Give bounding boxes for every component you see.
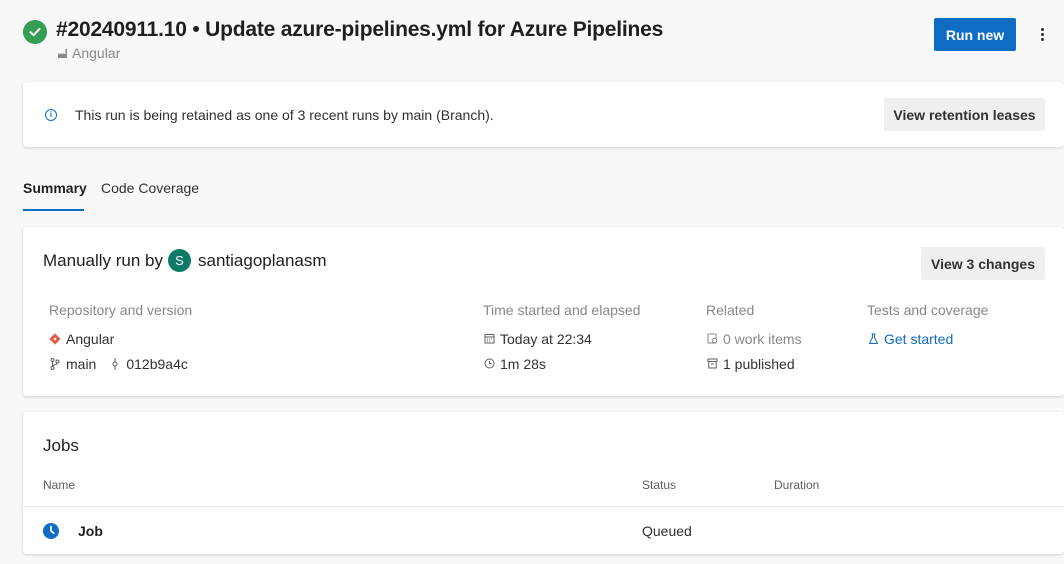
related-section: Related 0 work items 1 published <box>706 302 802 376</box>
run-by: Manually run by S santiagoplanasm <box>43 249 327 272</box>
pipeline-name: Angular <box>72 45 121 61</box>
tab-code-coverage[interactable]: Code Coverage <box>101 180 199 196</box>
clock-icon <box>483 358 495 370</box>
view-changes-button[interactable]: View 3 changes <box>921 247 1045 280</box>
column-header-status: Status <box>642 478 677 492</box>
jobs-card: Jobs Name Status Duration Job Queued <box>23 412 1064 554</box>
run-by-prefix: Manually run by <box>43 250 164 270</box>
avatar: S <box>168 249 192 272</box>
published-count: 1 published <box>723 355 795 372</box>
time-section: Time started and elapsed Today at 22:34 … <box>483 302 640 376</box>
repository-section: Repository and version Angular main 012b… <box>49 302 192 376</box>
repository-name: Angular <box>66 330 115 347</box>
beaker-icon <box>867 333 879 345</box>
branch-name[interactable]: main <box>66 356 96 372</box>
branch-icon <box>49 357 61 370</box>
tests-heading: Tests and coverage <box>867 302 989 318</box>
summary-card: Manually run by S santiagoplanasm View 3… <box>23 227 1064 396</box>
run-header: #20240911.10 • Update azure-pipelines.ym… <box>22 18 1052 62</box>
artifact-icon <box>706 358 718 370</box>
git-repo-icon <box>49 332 61 345</box>
artifacts-link[interactable]: 1 published <box>706 351 802 376</box>
retention-message: This run is being retained as one of 3 r… <box>75 107 494 123</box>
commit-icon <box>109 357 121 370</box>
column-header-duration: Duration <box>774 478 820 492</box>
tab-summary[interactable]: Summary <box>23 180 87 196</box>
pipeline-icon <box>56 47 68 59</box>
divider <box>23 506 1064 507</box>
view-retention-leases-button[interactable]: View retention leases <box>884 98 1045 131</box>
retention-banner: i This run is being retained as one of 3… <box>23 82 1064 147</box>
work-items-link[interactable]: 0 work items <box>706 326 802 351</box>
get-started-link[interactable]: Get started <box>867 326 988 351</box>
success-check-icon <box>23 20 47 44</box>
job-name: Job <box>78 523 103 539</box>
job-status: Queued <box>642 523 692 539</box>
start-time: Today at 22:34 <box>500 330 592 347</box>
user-name[interactable]: santiagoplanasm <box>198 251 327 271</box>
work-items-count: 0 work items <box>723 330 802 347</box>
queued-clock-icon <box>43 523 59 539</box>
more-actions-icon[interactable] <box>1034 24 1050 44</box>
get-started-label: Get started <box>884 330 954 347</box>
related-heading: Related <box>706 302 755 318</box>
run-title: #20240911.10 • Update azure-pipelines.ym… <box>56 18 664 41</box>
run-new-button[interactable]: Run new <box>934 18 1016 51</box>
repository-link[interactable]: Angular <box>49 326 192 351</box>
tests-section: Tests and coverage Get started <box>867 302 988 351</box>
info-icon: i <box>45 109 57 121</box>
tab-selected-indicator <box>23 209 84 211</box>
repository-heading: Repository and version <box>49 302 193 318</box>
work-item-icon <box>706 333 718 345</box>
calendar-icon <box>483 333 495 345</box>
time-heading: Time started and elapsed <box>483 302 641 318</box>
commit-hash[interactable]: 012b9a4c <box>126 356 188 372</box>
pipeline-link[interactable]: Angular <box>56 45 120 61</box>
elapsed-time: 1m 28s <box>500 355 546 372</box>
jobs-title: Jobs <box>43 436 79 455</box>
column-header-name: Name <box>43 478 76 492</box>
